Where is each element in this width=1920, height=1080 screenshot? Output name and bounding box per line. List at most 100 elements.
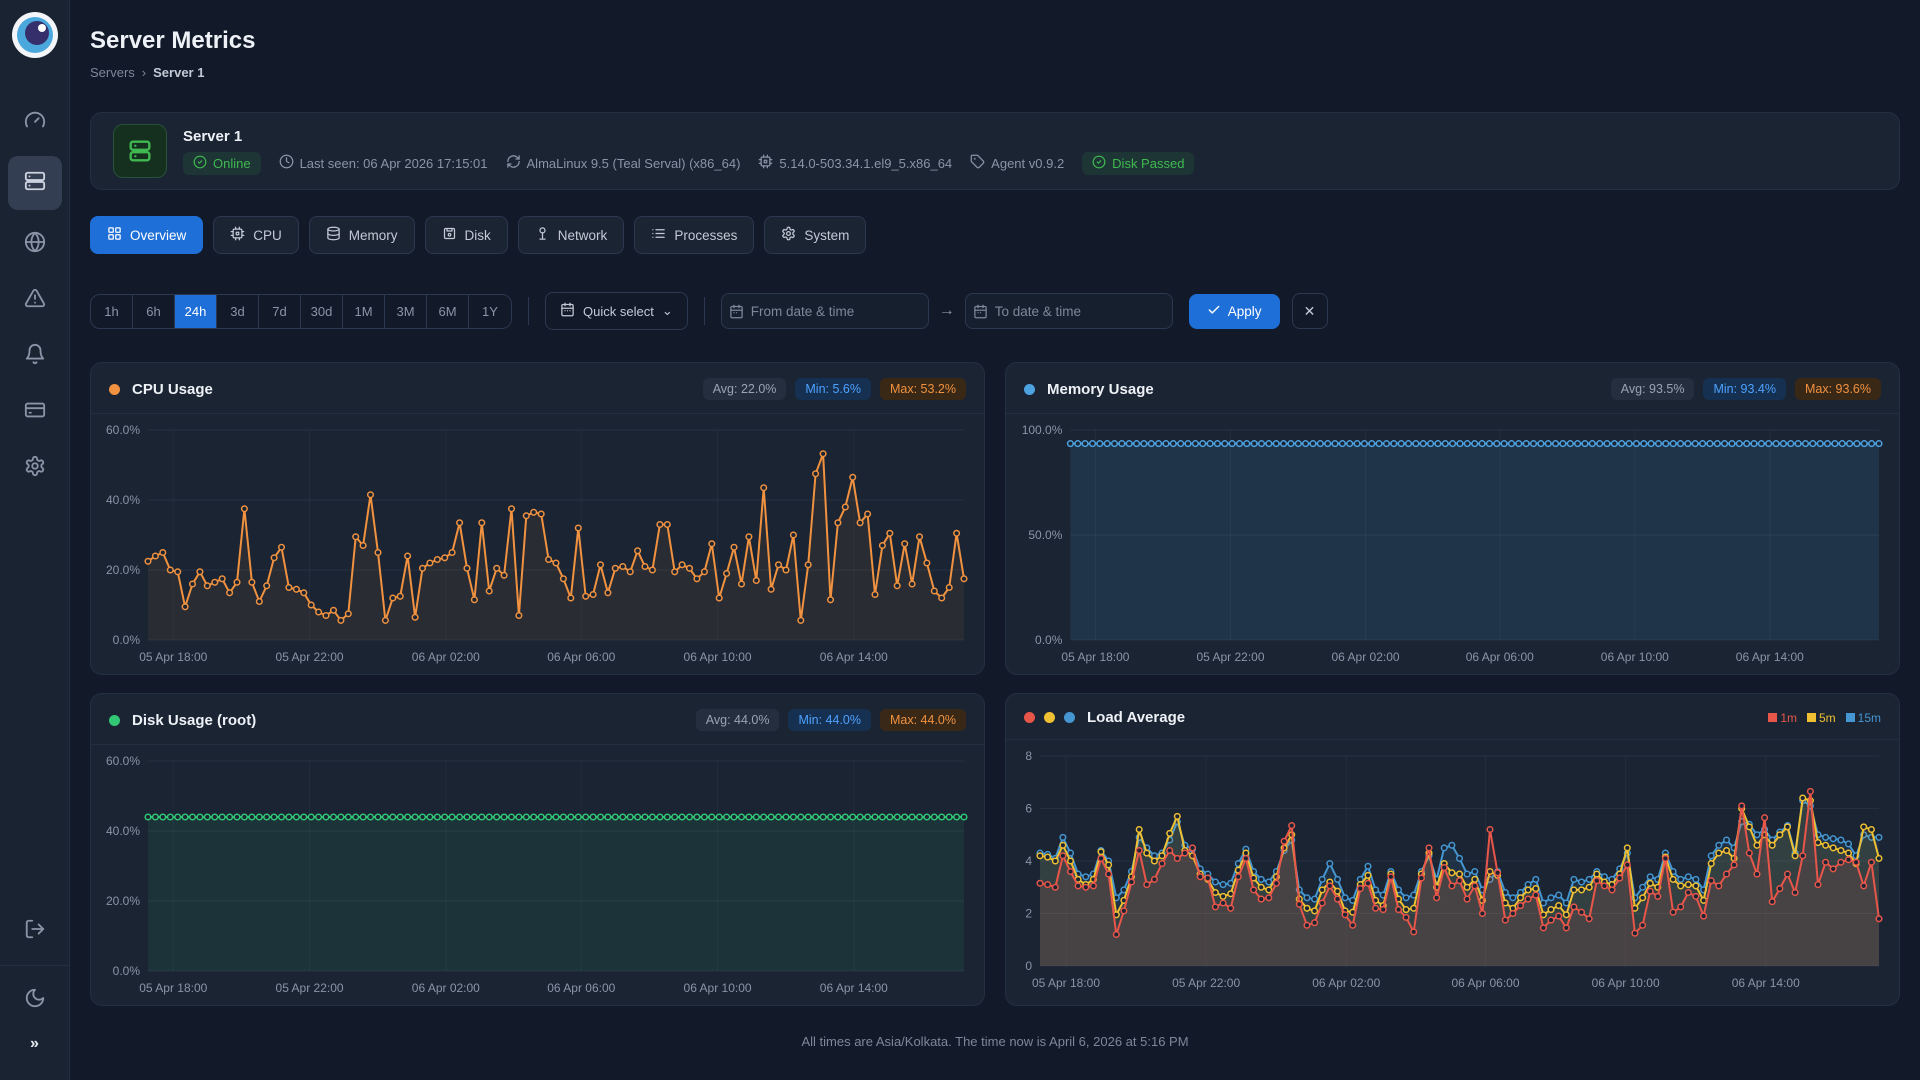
disk-icon — [442, 226, 457, 244]
min-badge: Min: 5.6% — [795, 378, 871, 400]
sidebar-item-billing[interactable] — [8, 390, 62, 434]
sidebar: » — [0, 0, 70, 1080]
to-date-input[interactable] — [995, 304, 1172, 319]
max-badge: Max: 53.2% — [880, 378, 966, 400]
tab-disk[interactable]: Disk — [425, 216, 508, 254]
clock-icon — [279, 154, 294, 172]
tab-system[interactable]: System — [764, 216, 866, 254]
sidebar-item-dashboard[interactable] — [8, 100, 62, 144]
svg-text:06 Apr 06:00: 06 Apr 06:00 — [547, 981, 615, 995]
credit-card-icon — [24, 399, 46, 426]
sidebar-item-settings[interactable] — [8, 446, 62, 490]
range-24h[interactable]: 24h — [175, 295, 217, 328]
svg-text:06 Apr 02:00: 06 Apr 02:00 — [412, 650, 480, 664]
cpu-usage-card: CPU Usage Avg: 22.0% Min: 5.6% Max: 53.2… — [90, 362, 985, 675]
svg-text:05 Apr 18:00: 05 Apr 18:00 — [139, 981, 207, 995]
range-30d[interactable]: 30d — [301, 295, 343, 328]
svg-text:05 Apr 18:00: 05 Apr 18:00 — [1032, 976, 1100, 990]
range-6M[interactable]: 6M — [427, 295, 469, 328]
from-date-field[interactable] — [721, 293, 929, 329]
svg-text:8: 8 — [1025, 749, 1032, 763]
to-date-field[interactable] — [965, 293, 1173, 329]
tab-cpu[interactable]: CPU — [213, 216, 299, 254]
clear-range-button[interactable]: ✕ — [1292, 293, 1328, 329]
range-6h[interactable]: 6h — [133, 295, 175, 328]
sidebar-collapse-button[interactable]: » — [8, 1022, 62, 1066]
sidebar-item-alerts[interactable] — [8, 278, 62, 322]
network-icon — [535, 226, 550, 244]
svg-text:05 Apr 18:00: 05 Apr 18:00 — [1061, 650, 1129, 664]
gauge-icon — [24, 109, 46, 136]
svg-text:0.0%: 0.0% — [1035, 633, 1063, 647]
moon-icon — [24, 987, 46, 1014]
range-7d[interactable]: 7d — [259, 295, 301, 328]
chart-title: Memory Usage — [1047, 381, 1154, 398]
load-average-chart: 0246805 Apr 18:0005 Apr 22:0006 Apr 02:0… — [1012, 744, 1889, 996]
cpu-icon — [230, 226, 245, 244]
calendar-icon — [966, 304, 995, 319]
tag-icon — [970, 154, 985, 172]
logout-button[interactable] — [8, 909, 62, 953]
page-title: Server Metrics — [90, 26, 1900, 56]
cpu-usage-chart: 0.0%20.0%40.0%60.0%05 Apr 18:0005 Apr 22… — [97, 418, 974, 670]
server-icon — [24, 170, 46, 197]
svg-text:06 Apr 14:00: 06 Apr 14:00 — [820, 650, 888, 664]
svg-text:06 Apr 06:00: 06 Apr 06:00 — [547, 650, 615, 664]
sidebar-item-notifications[interactable] — [8, 334, 62, 378]
svg-text:06 Apr 02:00: 06 Apr 02:00 — [1332, 650, 1400, 664]
breadcrumb-parent[interactable]: Servers — [90, 64, 135, 82]
avg-badge: Avg: 22.0% — [703, 378, 787, 400]
breadcrumb-current: Server 1 — [153, 64, 204, 82]
svg-text:4: 4 — [1025, 854, 1032, 868]
range-1M[interactable]: 1M — [343, 295, 385, 328]
breadcrumb: Servers › Server 1 — [90, 64, 1900, 82]
svg-text:05 Apr 18:00: 05 Apr 18:00 — [139, 650, 207, 664]
svg-text:06 Apr 06:00: 06 Apr 06:00 — [1451, 976, 1519, 990]
tab-network[interactable]: Network — [518, 216, 625, 254]
svg-text:40.0%: 40.0% — [106, 493, 140, 507]
disk-usage-chart: 0.0%20.0%40.0%60.0%05 Apr 18:0005 Apr 22… — [97, 749, 974, 1001]
timezone-footer: All times are Asia/Kolkata. The time now… — [90, 1034, 1900, 1049]
svg-text:06 Apr 10:00: 06 Apr 10:00 — [1592, 976, 1660, 990]
svg-text:50.0%: 50.0% — [1028, 528, 1062, 542]
quick-select-button[interactable]: Quick select ⌄ — [545, 292, 688, 330]
check-circle-icon — [1092, 155, 1106, 172]
bell-icon — [24, 343, 46, 370]
tab-memory[interactable]: Memory — [309, 216, 415, 254]
os-icon — [506, 154, 521, 172]
range-1Y[interactable]: 1Y — [469, 295, 511, 328]
from-date-input[interactable] — [751, 304, 928, 319]
legend-swatch-1m — [1768, 713, 1777, 722]
app-logo[interactable] — [12, 12, 58, 58]
svg-text:0.0%: 0.0% — [113, 633, 141, 647]
arrow-right-icon: → — [939, 302, 955, 320]
svg-text:40.0%: 40.0% — [106, 824, 140, 838]
svg-text:60.0%: 60.0% — [106, 423, 140, 437]
range-3M[interactable]: 3M — [385, 295, 427, 328]
avg-badge: Avg: 44.0% — [696, 709, 780, 731]
chart-title: Load Average — [1087, 709, 1185, 726]
max-badge: Max: 93.6% — [1795, 378, 1881, 400]
theme-toggle-button[interactable] — [8, 978, 62, 1022]
sidebar-item-web[interactable] — [8, 222, 62, 266]
tab-processes[interactable]: Processes — [634, 216, 754, 254]
sidebar-item-servers[interactable] — [8, 156, 62, 210]
apply-button[interactable]: Apply — [1189, 294, 1280, 329]
charts-grid: CPU Usage Avg: 22.0% Min: 5.6% Max: 53.2… — [90, 362, 1900, 1006]
alert-triangle-icon — [24, 287, 46, 314]
svg-text:05 Apr 22:00: 05 Apr 22:00 — [276, 650, 344, 664]
legend-swatch-5m — [1807, 713, 1816, 722]
tab-overview[interactable]: Overview — [90, 216, 203, 254]
min-badge: Min: 44.0% — [788, 709, 871, 731]
metric-tabs: Overview CPU Memory Disk Network Process… — [90, 216, 1900, 254]
server-name: Server 1 — [183, 128, 1194, 145]
range-3d[interactable]: 3d — [217, 295, 259, 328]
divider — [528, 297, 529, 325]
range-1h[interactable]: 1h — [91, 295, 133, 328]
svg-text:06 Apr 10:00: 06 Apr 10:00 — [1601, 650, 1669, 664]
svg-text:20.0%: 20.0% — [106, 894, 140, 908]
time-range-bar: 1h 6h 24h 3d 7d 30d 1M 3M 6M 1Y Quick se… — [90, 292, 1900, 330]
svg-text:05 Apr 22:00: 05 Apr 22:00 — [1172, 976, 1240, 990]
server-card-icon — [113, 124, 167, 178]
max-badge: Max: 44.0% — [880, 709, 966, 731]
